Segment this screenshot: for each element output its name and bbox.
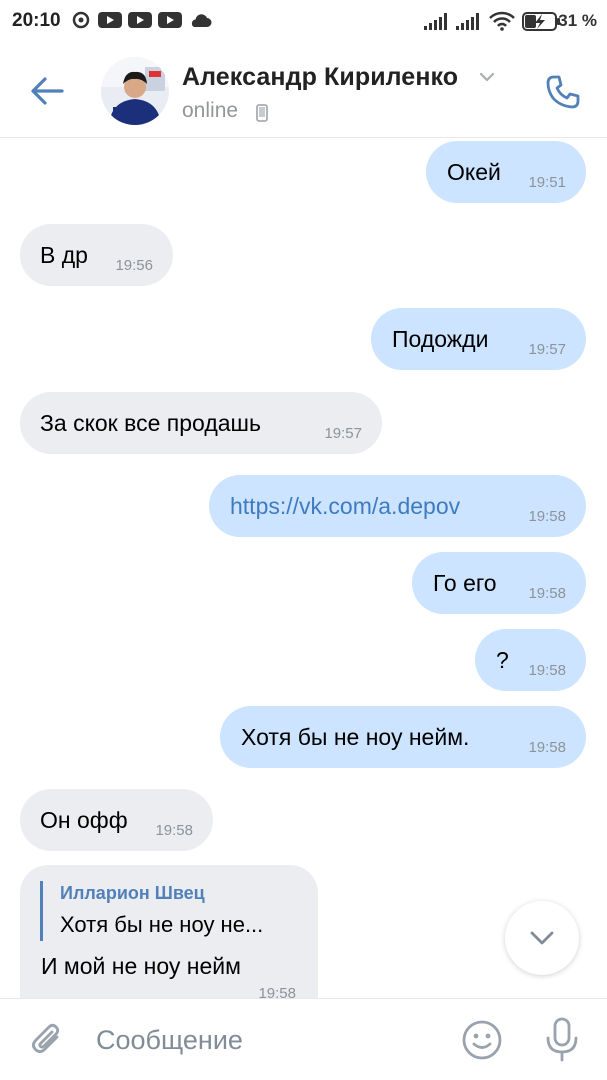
- avatar-image: [101, 57, 169, 125]
- message-time: 19:58: [528, 508, 566, 525]
- scroll-down-button[interactable]: [505, 901, 579, 975]
- chat-header: Александр Кириленко online: [0, 44, 607, 138]
- reply-author: Илларион Швец: [60, 883, 205, 903]
- mobile-phone-icon: [256, 104, 268, 122]
- emoji-icon: [462, 1020, 502, 1060]
- microphone-icon: [546, 1017, 578, 1062]
- message-outgoing[interactable]: Хотя бы не ноу нейм. 19:58: [220, 706, 586, 768]
- message-link[interactable]: https://vk.com/a.depov: [230, 493, 460, 520]
- contact-status: online: [182, 99, 239, 122]
- contact-name[interactable]: Александр Кириленко: [182, 63, 458, 92]
- phone-icon: [546, 75, 580, 109]
- message-time: 19:57: [528, 341, 566, 358]
- message-text: Он офф: [40, 806, 128, 833]
- battery-percent: 31 %: [558, 11, 597, 30]
- emoji-button[interactable]: [460, 1018, 504, 1062]
- status-bar: 20:10 31 %: [0, 0, 607, 44]
- reply-quoted-text: Хотя бы не ноу не...: [60, 912, 264, 937]
- cloud-icon: [191, 14, 212, 27]
- status-time: 20:10: [12, 10, 61, 31]
- message-composer: [0, 998, 607, 1080]
- back-arrow-icon: [31, 77, 64, 105]
- message-outgoing[interactable]: ? 19:58: [475, 629, 586, 691]
- message-text: ?: [496, 646, 509, 673]
- signal-icon: [424, 13, 447, 30]
- message-list[interactable]: Окей 19:51 В др 19:56 Подожди 19:57 За с…: [0, 139, 607, 999]
- signal-icon: [456, 13, 479, 30]
- youtube-icon: [158, 12, 182, 28]
- back-button[interactable]: [22, 66, 72, 116]
- message-text: Го его: [433, 569, 497, 596]
- message-time: 19:58: [155, 822, 193, 839]
- message-time: 19:58: [528, 739, 566, 756]
- message-text: В др: [40, 241, 88, 268]
- message-incoming[interactable]: За скок все продашь 19:57: [20, 392, 382, 454]
- message-time: 19:58: [528, 662, 566, 679]
- avatar[interactable]: [101, 57, 169, 125]
- chevron-down-icon: [530, 931, 554, 945]
- message-outgoing[interactable]: Подожди 19:57: [371, 308, 586, 370]
- message-text: Окей: [447, 158, 501, 185]
- wifi-icon: [489, 11, 515, 31]
- youtube-icon: [128, 12, 152, 28]
- message-time: 19:51: [528, 174, 566, 191]
- message-input[interactable]: [96, 1017, 436, 1063]
- message-incoming[interactable]: Он офф 19:58: [20, 789, 213, 851]
- youtube-icon: [98, 12, 122, 28]
- message-text: За скок все продашь: [40, 409, 261, 436]
- message-text: И мой не ноу нейм: [41, 953, 241, 979]
- reply-quote[interactable]: Илларион Швец Хотя бы не ноу не...: [40, 881, 263, 941]
- message-text: Подожди: [392, 325, 489, 352]
- battery-charging-icon: [522, 12, 560, 31]
- sync-icon: [72, 11, 90, 29]
- message-time: 19:58: [528, 585, 566, 602]
- message-time: 19:56: [115, 257, 153, 274]
- chevron-down-icon[interactable]: [478, 71, 496, 83]
- message-time: 19:58: [258, 985, 296, 999]
- message-outgoing[interactable]: https://vk.com/a.depov 19:58: [209, 475, 586, 537]
- message-outgoing[interactable]: Окей 19:51: [426, 141, 586, 203]
- message-time: 19:57: [324, 425, 362, 442]
- paperclip-icon: [31, 1023, 60, 1054]
- attach-button[interactable]: [26, 1018, 70, 1062]
- voice-message-button[interactable]: [540, 1016, 584, 1064]
- message-outgoing[interactable]: Го его 19:58: [412, 552, 586, 614]
- message-text: Хотя бы не ноу нейм.: [241, 723, 470, 750]
- message-incoming[interactable]: В др 19:56: [20, 224, 173, 286]
- call-button[interactable]: [535, 64, 591, 120]
- message-incoming-reply[interactable]: Илларион Швец Хотя бы не ноу не... И мой…: [20, 865, 318, 999]
